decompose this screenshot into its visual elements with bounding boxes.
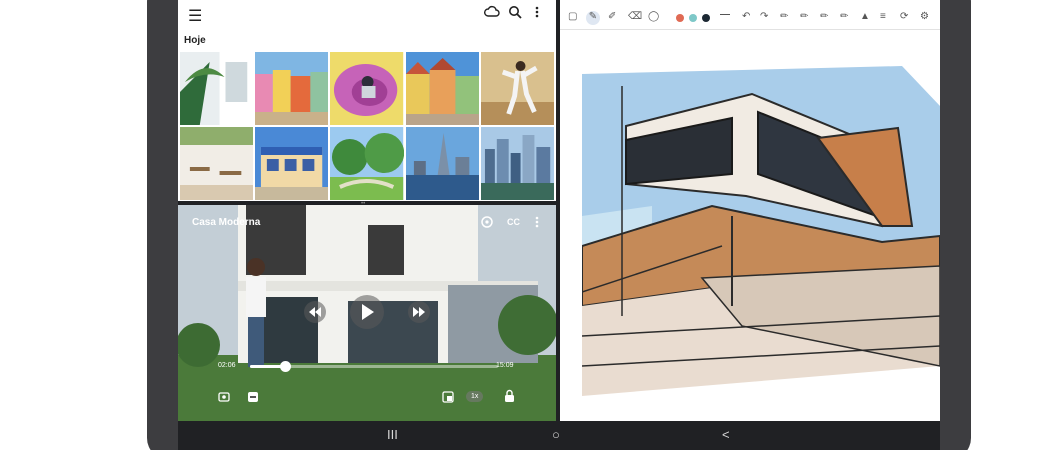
popup-player-icon[interactable] <box>442 390 454 408</box>
thumb-palm-building[interactable] <box>180 52 254 125</box>
shape-icon[interactable]: ◯ <box>648 11 659 22</box>
highlighter-icon[interactable]: ✐ <box>608 11 616 22</box>
undo-icon[interactable]: ↶ <box>742 11 750 22</box>
time-current: 02:06 <box>218 362 236 369</box>
notes-toolbar: ▢ ✎ ✐ ⌫ ◯ — ↶ ↷ ✏ ✏ ✏ ✏ ▲ ≡ ⟳ ⚙ <box>560 8 940 30</box>
gif-icon[interactable] <box>247 390 259 408</box>
fast-forward-button[interactable] <box>408 301 430 323</box>
fill-icon[interactable]: ▲ <box>860 11 870 22</box>
cloud-icon[interactable] <box>484 5 500 23</box>
gallery-toolbar: ☰ <box>178 0 556 30</box>
cc-button[interactable]: CC <box>507 217 520 227</box>
device-screenshot: ☰ Hoje •• Casa Moderna CC 02:06 15:09 1x… <box>0 0 1060 450</box>
thumb-city-skyline[interactable] <box>405 127 479 200</box>
more-vert-icon[interactable] <box>534 215 540 234</box>
rewind-button[interactable] <box>304 301 326 323</box>
video-player[interactable]: Casa Moderna CC 02:06 15:09 1x <box>178 205 556 421</box>
tablet-screen: ☰ Hoje •• Casa Moderna CC 02:06 15:09 1x… <box>178 0 940 421</box>
color-swatch-red[interactable] <box>676 14 684 22</box>
lock-icon[interactable] <box>504 389 515 407</box>
layers-icon[interactable]: ≡ <box>880 11 886 22</box>
seek-handle[interactable] <box>279 361 291 372</box>
color-pen-icon[interactable]: ✏ <box>840 11 848 22</box>
thumb-town-square[interactable] <box>405 52 479 125</box>
marker-icon[interactable]: ✏ <box>820 11 828 22</box>
thumb-blue-storefront[interactable] <box>255 127 329 200</box>
redo-icon[interactable]: ↷ <box>760 11 768 22</box>
time-total: 15:09 <box>496 362 514 369</box>
eraser-icon[interactable]: ⌫ <box>628 11 642 22</box>
brush-icon[interactable]: ✏ <box>800 11 808 22</box>
video-title: Casa Moderna <box>192 217 261 228</box>
notes-panel: ▢ ✎ ✐ ⌫ ◯ — ↶ ↷ ✏ ✏ ✏ ✏ ▲ ≡ ⟳ ⚙ <box>560 0 940 421</box>
thumb-cafe-patio[interactable] <box>180 127 254 200</box>
pen-icon[interactable]: ✎ <box>586 11 600 25</box>
more-vert-icon[interactable] <box>534 5 540 23</box>
playback-speed-button[interactable]: 1x <box>466 391 484 402</box>
lasso-icon[interactable]: ⟳ <box>900 11 908 22</box>
color-swatch-teal[interactable] <box>689 14 697 22</box>
thumb-park-trees[interactable] <box>330 127 404 200</box>
color-swatch-black[interactable] <box>702 14 710 22</box>
system-nav-bar: III ○ < <box>178 421 940 450</box>
thumb-city-river[interactable] <box>480 127 554 200</box>
rotate-icon[interactable] <box>480 215 494 234</box>
gallery-panel: ☰ Hoje <box>178 0 556 201</box>
search-icon[interactable] <box>508 5 522 23</box>
recents-button[interactable]: III <box>387 427 398 443</box>
architecture-sketch <box>582 66 940 396</box>
text-mode-icon[interactable]: ▢ <box>568 11 577 22</box>
photo-grid <box>180 52 554 200</box>
home-button[interactable]: ○ <box>552 427 560 443</box>
thumb-pink-skater[interactable] <box>330 52 404 125</box>
pencil-icon[interactable]: ✏ <box>780 11 788 22</box>
date-header: Hoje <box>184 35 206 46</box>
back-button[interactable]: < <box>722 427 730 443</box>
screen-capture-icon[interactable] <box>218 390 230 408</box>
play-button[interactable] <box>350 295 384 329</box>
seek-bar[interactable] <box>250 361 498 372</box>
settings-icon[interactable]: ⚙ <box>920 11 929 22</box>
line-width-icon[interactable]: — <box>720 9 730 20</box>
thumb-colorful-street[interactable] <box>255 52 329 125</box>
menu-icon[interactable]: ☰ <box>188 6 202 26</box>
thumb-dancer[interactable] <box>480 52 554 125</box>
